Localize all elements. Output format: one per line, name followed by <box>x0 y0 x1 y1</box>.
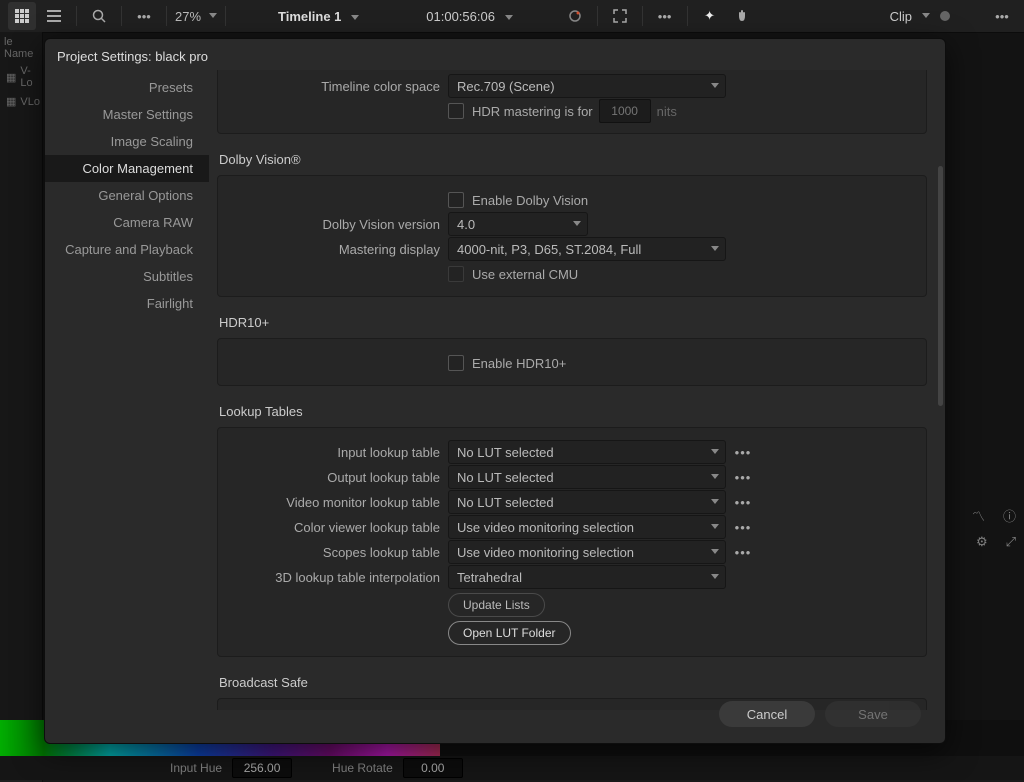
enable-hdr10-label: Enable HDR10+ <box>472 356 566 371</box>
clip-label[interactable]: Clip <box>884 9 918 24</box>
project-settings-dialog: Project Settings: black pro Presets Mast… <box>44 38 946 744</box>
chevron-down-icon <box>711 549 719 554</box>
output-lut-more-icon[interactable]: ••• <box>732 466 754 488</box>
more-options-icon[interactable]: ••• <box>130 2 158 30</box>
enable-dolby-checkbox[interactable] <box>448 192 464 208</box>
chevron-down-icon <box>573 221 581 226</box>
chevron-down-icon <box>711 449 719 454</box>
timeline-cs-label: Timeline color space <box>228 79 448 94</box>
hand-icon[interactable] <box>728 2 756 30</box>
external-cmu-checkbox <box>448 266 464 282</box>
color-viewer-lut-dropdown[interactable]: Use video monitoring selection <box>448 515 726 539</box>
dolby-section-title: Dolby Vision® <box>219 152 927 167</box>
chevron-down-icon <box>351 15 359 21</box>
nav-camera-raw[interactable]: Camera RAW <box>45 209 209 236</box>
video-monitor-lut-dropdown[interactable]: No LUT selected <box>448 490 726 514</box>
chevron-down-icon <box>711 83 719 88</box>
chevron-down-icon <box>922 13 930 19</box>
zoom-level[interactable]: 27% <box>175 9 217 24</box>
input-lut-dropdown[interactable]: No LUT selected <box>448 440 726 464</box>
broadcast-section-title: Broadcast Safe <box>219 675 927 690</box>
nav-presets[interactable]: Presets <box>45 74 209 101</box>
output-lut-dropdown[interactable]: No LUT selected <box>448 465 726 489</box>
settings-nav: Presets Master Settings Image Scaling Co… <box>45 70 209 710</box>
input-lut-label: Input lookup table <box>228 445 448 460</box>
enable-hdr10-checkbox[interactable] <box>448 355 464 371</box>
hdr-mastering-checkbox[interactable] <box>448 103 464 119</box>
enable-dolby-label: Enable Dolby Vision <box>472 193 588 208</box>
mastering-display-label: Mastering display <box>228 242 448 257</box>
timeline-cs-dropdown[interactable]: Rec.709 (Scene) <box>448 74 726 98</box>
expand-icon[interactable] <box>606 2 634 30</box>
lut-interp-label: 3D lookup table interpolation <box>228 570 448 585</box>
clip-indicator-icon <box>940 11 950 21</box>
chevron-down-icon <box>711 474 719 479</box>
settings-content: Timeline color space Rec.709 (Scene) HDR… <box>209 70 945 710</box>
update-lists-button[interactable]: Update Lists <box>448 593 545 617</box>
video-monitor-lut-label: Video monitor lookup table <box>228 495 448 510</box>
save-button[interactable]: Save <box>825 701 921 727</box>
cursor-icon[interactable]: ✦ <box>696 2 724 30</box>
mastering-display-dropdown[interactable]: 4000-nit, P3, D65, ST.2084, Full <box>448 237 726 261</box>
chevron-down-icon <box>209 13 217 19</box>
chevron-down-icon <box>711 499 719 504</box>
lut-interp-dropdown[interactable]: Tetrahedral <box>448 565 726 589</box>
more-options-icon[interactable]: ••• <box>988 2 1016 30</box>
output-lut-label: Output lookup table <box>228 470 448 485</box>
chevron-down-icon <box>505 15 513 21</box>
open-lut-folder-button[interactable]: Open LUT Folder <box>448 621 571 645</box>
timecode[interactable]: 01:00:56:06 <box>426 9 495 24</box>
nav-capture-playback[interactable]: Capture and Playback <box>45 236 209 263</box>
scrollbar[interactable] <box>938 86 943 646</box>
external-cmu-label: Use external CMU <box>472 267 578 282</box>
hdr-nits-input[interactable] <box>599 99 651 123</box>
list-view-icon[interactable] <box>40 2 68 30</box>
color-viewer-lut-label: Color viewer lookup table <box>228 520 448 535</box>
nav-master-settings[interactable]: Master Settings <box>45 101 209 128</box>
dolby-version-label: Dolby Vision version <box>228 217 448 232</box>
more-options-icon[interactable]: ••• <box>651 2 679 30</box>
hdr-mastering-label: HDR mastering is for <box>472 104 593 119</box>
scopes-lut-dropdown[interactable]: Use video monitoring selection <box>448 540 726 564</box>
luts-section-title: Lookup Tables <box>219 404 927 419</box>
nav-fairlight[interactable]: Fairlight <box>45 290 209 317</box>
timeline-name[interactable]: Timeline 1 <box>278 9 341 24</box>
nav-general-options[interactable]: General Options <box>45 182 209 209</box>
nav-color-management[interactable]: Color Management <box>45 155 209 182</box>
grid-view-icon[interactable] <box>8 2 36 30</box>
search-icon[interactable] <box>85 2 113 30</box>
color-wheel-icon[interactable] <box>561 2 589 30</box>
dialog-title: Project Settings: black pro <box>45 39 945 70</box>
hdr-nits-unit: nits <box>657 104 677 119</box>
nav-subtitles[interactable]: Subtitles <box>45 263 209 290</box>
chevron-down-icon <box>711 246 719 251</box>
video-monitor-lut-more-icon[interactable]: ••• <box>732 491 754 513</box>
dialog-footer: Cancel Save <box>719 701 921 727</box>
top-toolbar: ••• 27% Timeline 1 01:00:56:06 ••• ✦ Cli… <box>0 0 1024 33</box>
input-lut-more-icon[interactable]: ••• <box>732 441 754 463</box>
nav-image-scaling[interactable]: Image Scaling <box>45 128 209 155</box>
chevron-down-icon <box>711 574 719 579</box>
hdr10-section-title: HDR10+ <box>219 315 927 330</box>
dolby-version-dropdown[interactable]: 4.0 <box>448 212 588 236</box>
cancel-button[interactable]: Cancel <box>719 701 815 727</box>
scopes-lut-more-icon[interactable]: ••• <box>732 541 754 563</box>
zoom-value: 27% <box>175 9 201 24</box>
scopes-lut-label: Scopes lookup table <box>228 545 448 560</box>
color-viewer-lut-more-icon[interactable]: ••• <box>732 516 754 538</box>
chevron-down-icon <box>711 524 719 529</box>
